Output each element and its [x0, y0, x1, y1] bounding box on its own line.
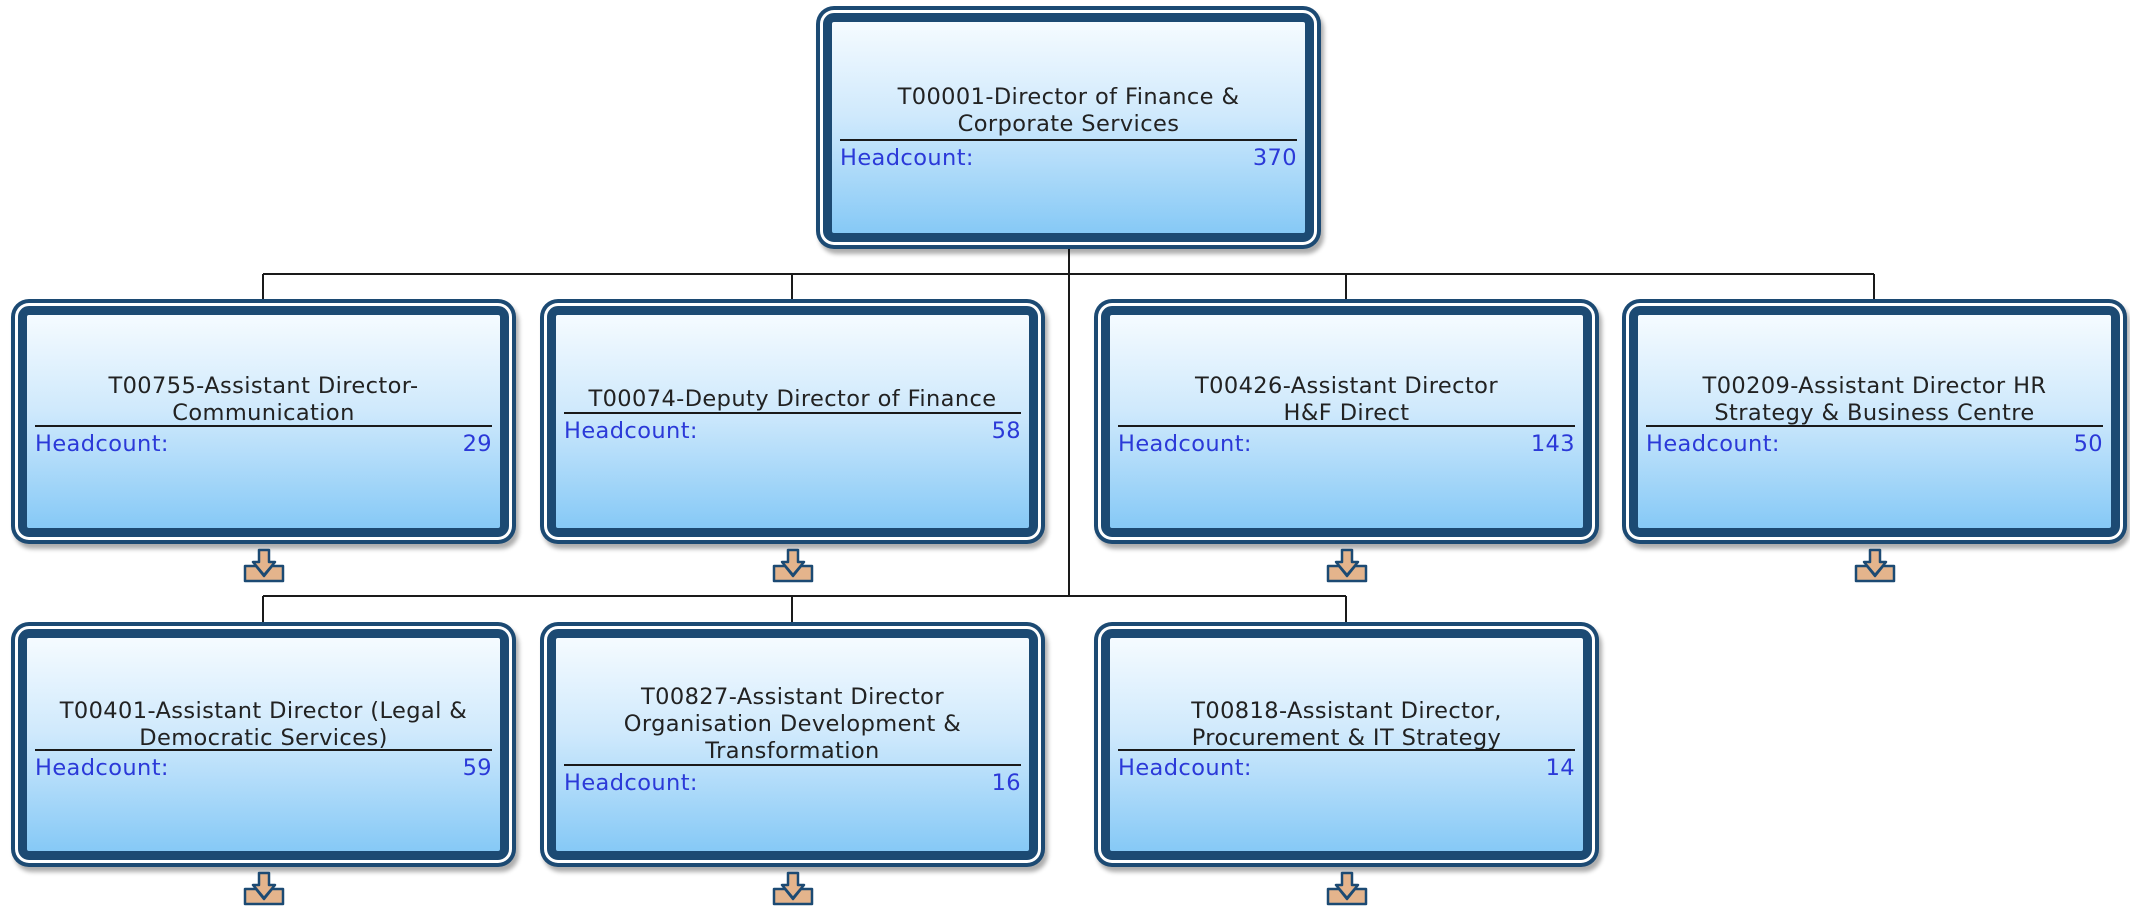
headcount-label: Headcount: — [1646, 431, 1780, 457]
node-title: T00426-Assistant Director H&F Direct — [1195, 373, 1498, 426]
org-chart: T00001-Director of Finance & Corporate S… — [0, 0, 2130, 906]
node-title: T00074-Deputy Director of Finance — [588, 386, 997, 412]
headcount-value: 58 — [991, 418, 1021, 444]
headcount-value: 16 — [991, 770, 1021, 796]
headcount-value: 370 — [1252, 145, 1297, 171]
org-node-root[interactable]: T00001-Director of Finance & Corporate S… — [816, 6, 1321, 249]
node-title: T00755-Assistant Director-Communication — [108, 373, 419, 426]
org-node-t00755[interactable]: T00755-Assistant Director-Communication H… — [11, 299, 516, 544]
headcount-value: 29 — [462, 431, 492, 457]
node-headcount-row: Headcount: 58 — [564, 418, 1021, 444]
node-title-divider — [35, 425, 492, 427]
expand-down-arrow-icon[interactable] — [772, 548, 814, 584]
headcount-label: Headcount: — [840, 145, 974, 171]
node-title-divider — [564, 412, 1021, 414]
org-node-t00426[interactable]: T00426-Assistant Director H&F Direct Head… — [1094, 299, 1599, 544]
headcount-value: 14 — [1545, 755, 1575, 781]
node-title: T00401-Assistant Director (Legal & Democ… — [59, 698, 468, 751]
expand-down-arrow-icon[interactable] — [1326, 871, 1368, 907]
node-headcount-row: Headcount: 370 — [840, 145, 1297, 171]
node-headcount-row: Headcount: 59 — [35, 755, 492, 781]
expand-down-arrow-icon[interactable] — [1854, 548, 1896, 584]
headcount-value: 50 — [2073, 431, 2103, 457]
expand-down-arrow-icon[interactable] — [243, 871, 285, 907]
org-node-t00818[interactable]: T00818-Assistant Director, Procurement &… — [1094, 622, 1599, 867]
node-title-divider — [1646, 425, 2103, 427]
headcount-label: Headcount: — [564, 418, 698, 444]
expand-down-arrow-icon[interactable] — [1326, 548, 1368, 584]
node-title-divider — [840, 139, 1297, 141]
headcount-label: Headcount: — [35, 755, 169, 781]
headcount-label: Headcount: — [35, 431, 169, 457]
org-node-t00827[interactable]: T00827-Assistant Director Organisation D… — [540, 622, 1045, 867]
headcount-value: 143 — [1530, 431, 1575, 457]
org-node-t00074[interactable]: T00074-Deputy Director of Finance Headcou… — [540, 299, 1045, 544]
node-headcount-row: Headcount: 14 — [1118, 755, 1575, 781]
org-node-t00401[interactable]: T00401-Assistant Director (Legal & Democ… — [11, 622, 516, 867]
node-headcount-row: Headcount: 50 — [1646, 431, 2103, 457]
node-title-divider — [35, 749, 492, 751]
node-title: T00818-Assistant Director, Procurement &… — [1191, 698, 1502, 751]
headcount-value: 59 — [462, 755, 492, 781]
node-title: T00001-Director of Finance & Corporate S… — [897, 84, 1240, 137]
node-title-divider — [1118, 749, 1575, 751]
node-headcount-row: Headcount: 16 — [564, 770, 1021, 796]
org-node-t00209[interactable]: T00209-Assistant Director HR Strategy & … — [1622, 299, 2127, 544]
headcount-label: Headcount: — [564, 770, 698, 796]
expand-down-arrow-icon[interactable] — [243, 548, 285, 584]
expand-down-arrow-icon[interactable] — [772, 871, 814, 907]
node-headcount-row: Headcount: 29 — [35, 431, 492, 457]
node-headcount-row: Headcount: 143 — [1118, 431, 1575, 457]
node-title-divider — [564, 764, 1021, 766]
node-title: T00827-Assistant Director Organisation D… — [623, 684, 962, 764]
node-title: T00209-Assistant Director HR Strategy & … — [1702, 373, 2047, 426]
node-title-divider — [1118, 425, 1575, 427]
headcount-label: Headcount: — [1118, 755, 1252, 781]
headcount-label: Headcount: — [1118, 431, 1252, 457]
